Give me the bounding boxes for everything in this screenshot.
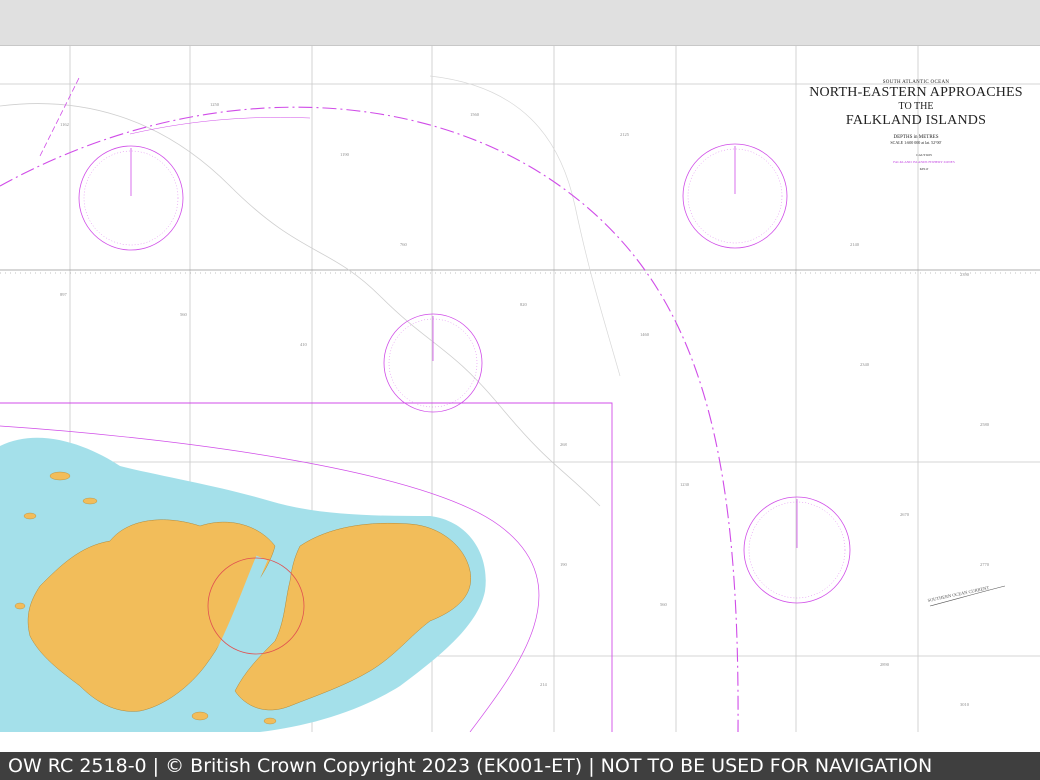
chart-title-line2: TO THE: [898, 101, 934, 112]
svg-text:410: 410: [300, 342, 308, 347]
svg-text:820: 820: [520, 302, 528, 307]
svg-text:3010: 3010: [960, 702, 970, 707]
nautical-chart[interactable]: 1162 1250 1190 1560 2125 897 560 410 820 1460 2…: [0, 46, 1040, 732]
svg-text:1162: 1162: [60, 122, 69, 127]
compass-rose-nw: [78, 145, 184, 251]
depth-contour-2: [429, 75, 621, 377]
notes-heading-caution: CAUTION: [916, 153, 932, 157]
latitude-scale: [0, 269, 1040, 274]
depth-contour: [0, 103, 601, 507]
notes-heading-fishery: FALKLAND ISLANDS FISHERY ZONES: [893, 160, 955, 165]
chart-graphics: 1162 1250 1190 1560 2125 897 560 410 820 1460 2…: [0, 46, 1040, 732]
chart-notes: CAUTION FALKLAND ISLANDS FISHERY ZONES K…: [860, 150, 988, 172]
svg-text:1230: 1230: [680, 482, 690, 487]
svg-text:1560: 1560: [470, 112, 480, 117]
compass-rose-centre: [383, 313, 483, 413]
svg-text:2770: 2770: [980, 562, 990, 567]
chart-title-line3: FALKLAND ISLANDS: [845, 113, 987, 128]
svg-text:2390: 2390: [960, 272, 970, 277]
fishery-limit-line: [39, 75, 81, 157]
svg-text:560: 560: [660, 602, 668, 607]
svg-text:897: 897: [60, 292, 68, 297]
chart-title-block: SOUTH ATLANTIC OCEAN NORTH-EASTERN APPRO…: [800, 80, 1032, 145]
copyright-footer: OW RC 2518-0 | © British Crown Copyright…: [0, 752, 1040, 780]
compass-rose-east: [743, 496, 851, 604]
chart-title-line1: NORTH-EASTERN APPROACHES: [809, 85, 1023, 100]
svg-text:1250: 1250: [210, 102, 220, 107]
svg-text:214: 214: [540, 682, 548, 687]
svg-text:2580: 2580: [980, 422, 990, 427]
svg-text:1190: 1190: [340, 152, 350, 157]
svg-text:190: 190: [560, 562, 568, 567]
svg-text:2340: 2340: [860, 362, 870, 367]
current-label: SOUTHERN OCEAN CURRENT: [927, 585, 990, 603]
svg-text:560: 560: [180, 312, 188, 317]
svg-text:1460: 1460: [640, 332, 650, 337]
bottom-margin: [0, 732, 1040, 752]
svg-text:2890: 2890: [880, 662, 890, 667]
svg-text:760: 760: [400, 242, 408, 247]
compass-rose-ne: [682, 143, 788, 249]
notes-heading-kelp: KELP: [919, 167, 929, 172]
scale-label: SCALE 1:600 000 at lat. 52°00′: [890, 140, 942, 145]
svg-text:2140: 2140: [850, 242, 860, 247]
viewer-top-bar: [0, 0, 1040, 46]
svg-text:268: 268: [560, 442, 568, 447]
svg-text:2670: 2670: [900, 512, 910, 517]
svg-text:2125: 2125: [620, 132, 630, 137]
